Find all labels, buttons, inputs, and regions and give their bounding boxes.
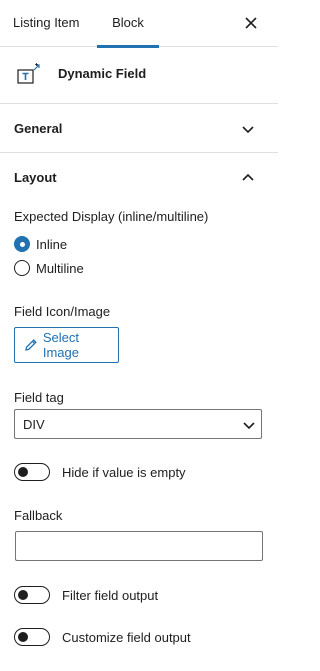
select-image-label: Select Image xyxy=(42,330,79,360)
panel-layout-title: Layout xyxy=(14,170,57,185)
field-tag-label: Field tag xyxy=(14,390,64,405)
expected-display-label: Expected Display (inline/multiline) xyxy=(14,209,209,224)
panel-general-title: General xyxy=(14,121,63,136)
field-icon-label: Field Icon/Image xyxy=(14,304,111,319)
radio-inline[interactable]: Inline xyxy=(14,235,67,253)
block-card: Dynamic Field xyxy=(0,47,278,104)
panel-general-toggle[interactable]: General xyxy=(0,105,278,153)
close-button[interactable] xyxy=(238,10,264,36)
customize-output-toggle[interactable] xyxy=(14,628,50,646)
radio-inline-control[interactable] xyxy=(14,236,30,252)
close-icon xyxy=(245,17,257,29)
tab-listing-item[interactable]: Listing Item xyxy=(13,0,79,47)
radio-multiline-control[interactable] xyxy=(14,260,30,276)
filter-output-label: Filter field output xyxy=(62,587,159,603)
hide-if-empty-row[interactable]: Hide if value is empty xyxy=(14,463,186,481)
field-tag-select[interactable]: DIV xyxy=(14,409,262,439)
block-name: Dynamic Field xyxy=(58,66,147,81)
fallback-input[interactable] xyxy=(15,531,263,561)
hide-if-empty-toggle[interactable] xyxy=(14,463,50,481)
select-image-button[interactable]: Select Image xyxy=(14,327,119,363)
customize-output-label: Customize field output xyxy=(62,629,191,645)
hide-if-empty-label: Hide if value is empty xyxy=(62,464,186,480)
fallback-label: Fallback xyxy=(14,508,63,523)
panel-layout-toggle[interactable]: Layout xyxy=(0,154,278,202)
sidebar-tabs: Listing Item Block xyxy=(0,0,278,48)
customize-output-row[interactable]: Customize field output xyxy=(14,628,191,646)
radio-multiline-label: Multiline xyxy=(36,260,84,276)
chevron-down-icon xyxy=(242,126,254,134)
filter-output-toggle[interactable] xyxy=(14,586,50,604)
dynamic-field-icon xyxy=(17,63,40,84)
chevron-down-icon xyxy=(243,422,255,430)
pencil-icon xyxy=(25,339,37,351)
filter-output-row[interactable]: Filter field output xyxy=(14,586,158,604)
field-tag-value: DIV xyxy=(23,417,45,432)
chevron-up-icon xyxy=(242,173,254,181)
tab-block[interactable]: Block xyxy=(97,0,159,48)
radio-multiline[interactable]: Multiline xyxy=(14,259,84,277)
radio-inline-label: Inline xyxy=(36,236,68,252)
